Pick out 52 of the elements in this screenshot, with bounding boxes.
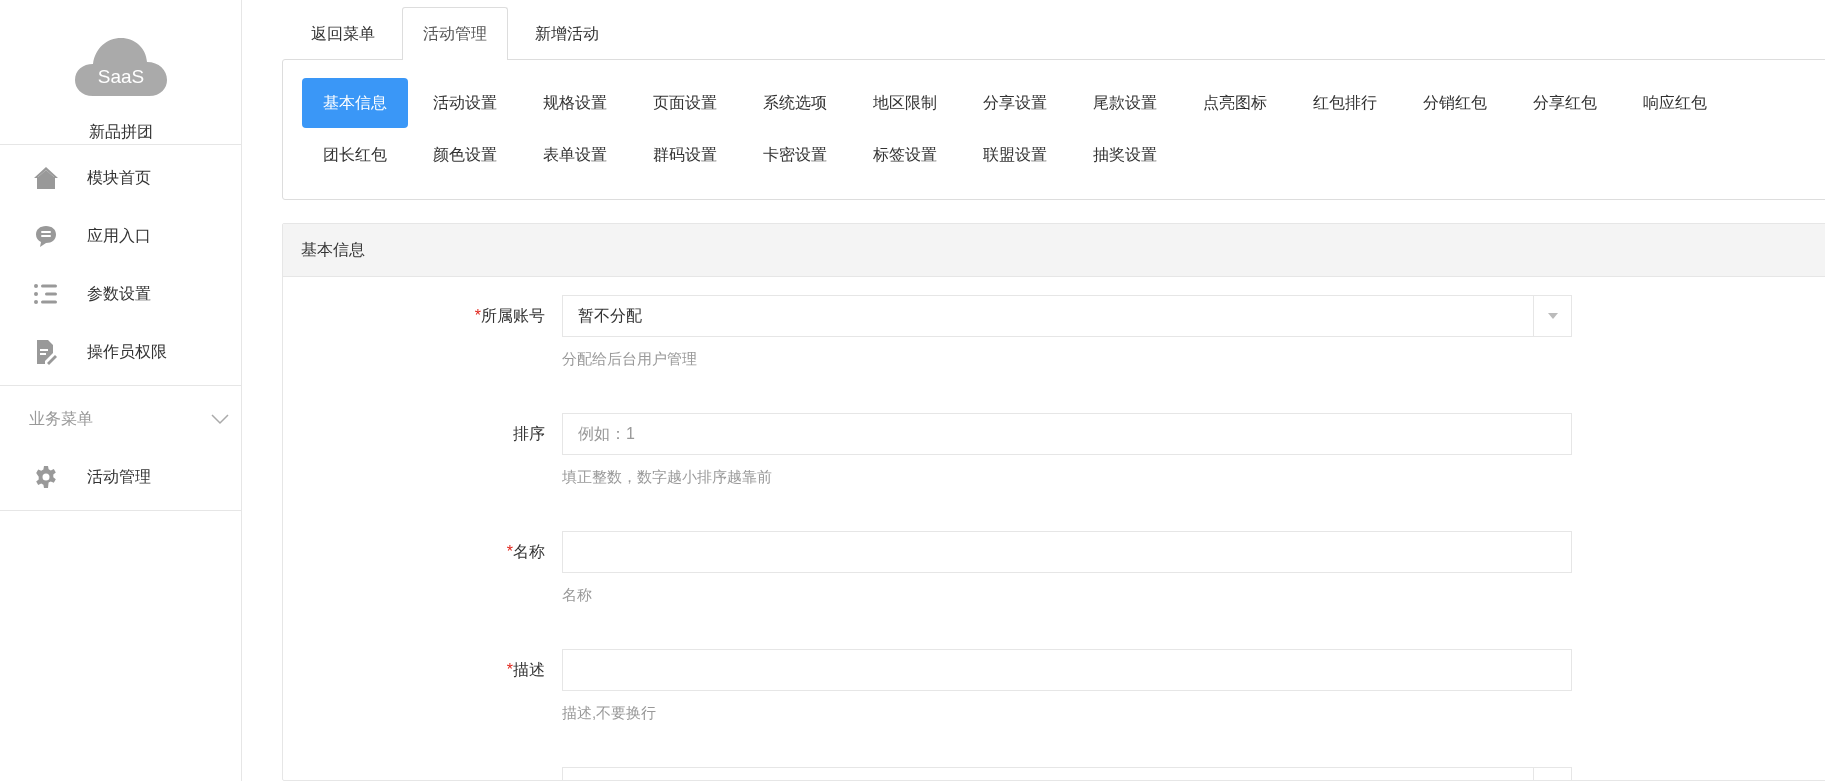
section-tab[interactable]: 活动设置	[412, 78, 518, 129]
sidebar-item-label: 应用入口	[87, 225, 151, 246]
app-name: 新品拼团	[88, 122, 153, 142]
section-tab[interactable]: 分销红包	[1402, 78, 1508, 129]
section-tab[interactable]: 地区限制	[852, 78, 958, 129]
help-text: 分配给后台用户管理	[562, 350, 698, 370]
section-tab[interactable]: 抽奖设置	[1072, 130, 1178, 181]
sidebar-item-label: 参数设置	[87, 283, 151, 304]
section-tab[interactable]: 点亮图标	[1182, 78, 1288, 129]
section-tab[interactable]: 颜色设置	[412, 130, 518, 181]
home-icon	[33, 166, 59, 190]
field-label: *所属账号	[474, 306, 545, 327]
section-tab[interactable]: 团长红包	[302, 130, 408, 181]
input-field[interactable]: 例如：1	[563, 414, 1571, 455]
section-tab[interactable]: 系统选项	[742, 78, 848, 129]
section-tab[interactable]: 表单设置	[522, 130, 628, 181]
section-tab[interactable]: 响应红包	[1622, 78, 1728, 129]
section-tab[interactable]: 标签设置	[852, 130, 958, 181]
caret-icon	[1547, 313, 1558, 320]
sidebar-item-label: 操作员权限	[87, 341, 167, 362]
tab[interactable]: 活动管理	[402, 7, 508, 61]
chat-icon	[33, 224, 59, 248]
sidebar-item[interactable]: 操作员权限	[0, 323, 241, 381]
select-field[interactable]: 暂不分配	[562, 295, 1572, 338]
sidebar-item-label: 模块首页	[87, 167, 151, 188]
sidebar-item-label: 活动管理	[87, 466, 151, 487]
section-tab[interactable]: 分享设置	[962, 78, 1068, 129]
sidebar-item[interactable]: 模块首页	[0, 149, 241, 207]
help-text: 描述,不要换行	[562, 704, 658, 724]
list-icon	[33, 282, 59, 306]
section-tab[interactable]: 分享红包	[1512, 78, 1618, 129]
section-tab[interactable]: 联盟设置	[962, 130, 1068, 181]
section-tab[interactable]: 群码设置	[632, 130, 738, 181]
section-tab[interactable]: 尾款设置	[1072, 78, 1178, 129]
field-label: *描述	[506, 660, 545, 681]
help-text: 名称	[562, 586, 593, 606]
tab[interactable]: 返回菜单	[290, 8, 396, 61]
gear-icon	[33, 465, 59, 489]
section-tab[interactable]: 卡密设置	[742, 130, 848, 181]
sidebar-item[interactable]: 参数设置	[0, 265, 241, 323]
section-tab[interactable]: 规格设置	[522, 78, 628, 129]
tab[interactable]: 新增活动	[514, 8, 620, 61]
logo-text: SaaS	[97, 66, 144, 87]
panel-title: 基本信息	[301, 239, 365, 260]
sidebar-item[interactable]: 活动管理	[0, 448, 241, 506]
section-tab[interactable]: 页面设置	[632, 78, 738, 129]
field-label: *名称	[506, 542, 545, 563]
section-tab[interactable]: 红包排行	[1292, 78, 1398, 129]
section-title: 业务菜单	[29, 408, 93, 429]
field-label: 排序	[513, 424, 545, 445]
sidebar-item[interactable]: 应用入口	[0, 207, 241, 265]
help-text: 填正整数，数字越小排序越靠前	[562, 468, 773, 488]
